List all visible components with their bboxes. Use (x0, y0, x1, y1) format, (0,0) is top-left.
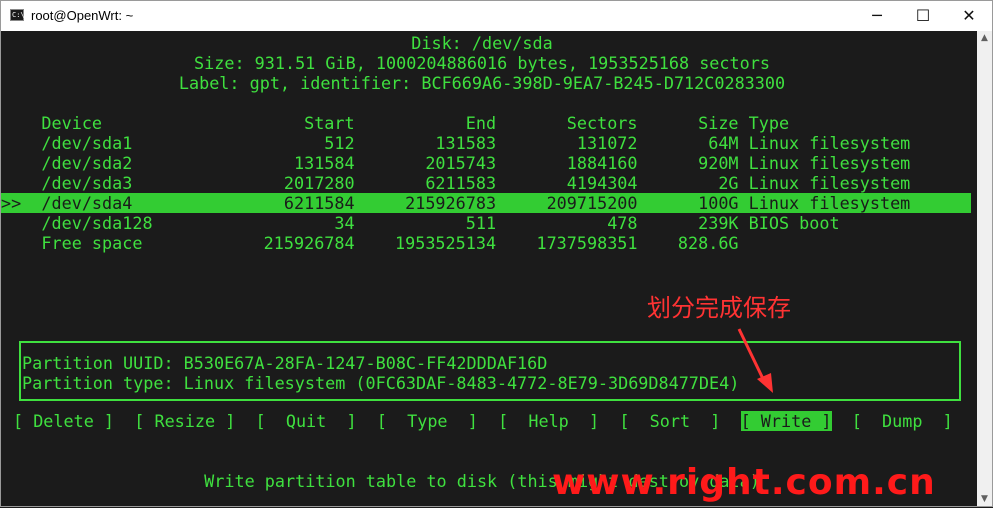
menu-delete[interactable]: [ Delete ] (13, 411, 114, 431)
table-header: Device Start End Sectors Size Type (1, 113, 790, 133)
partition-row-sda3[interactable]: /dev/sda3 2017280 6211583 4194304 2G Lin… (1, 173, 910, 193)
menu-quit[interactable]: [ Quit ] (256, 411, 357, 431)
menu-write[interactable]: [ Write ] (740, 411, 832, 431)
annotation-arrow-icon (737, 328, 773, 393)
menu-sort[interactable]: [ Sort ] (619, 411, 720, 431)
close-button[interactable]: ✕ (946, 1, 992, 31)
menu-type[interactable]: [ Type ] (377, 411, 478, 431)
scroll-down-icon[interactable]: ▼ (977, 494, 992, 504)
watermark: www.right.com.cn (552, 462, 936, 503)
partition-uuid: Partition UUID: B530E67A-28FA-1247-B08C-… (22, 353, 548, 373)
partition-row-sda128[interactable]: /dev/sda128 34 511 478 239K BIOS boot (1, 213, 839, 233)
title-bar[interactable]: C:\ root@OpenWrt: ~ ─ ☐ ✕ (1, 1, 992, 31)
partition-row-sda2[interactable]: /dev/sda2 131584 2015743 1884160 920M Li… (1, 153, 910, 173)
console-app-icon: C:\ (10, 9, 25, 21)
scroll-up-icon[interactable]: ▲ (977, 33, 992, 43)
vertical-scrollbar[interactable]: ▲ ▼ (977, 31, 992, 506)
menu-resize[interactable]: [ Resize ] (134, 411, 235, 431)
disk-name-line: Disk: /dev/sda (411, 33, 553, 53)
partition-type: Partition type: Linux filesystem (0FC63D… (22, 373, 740, 393)
terminal-content[interactable]: Disk: /dev/sda Size: 931.51 GiB, 1000204… (1, 31, 977, 506)
partition-row-sda4-selected[interactable]: >> /dev/sda4 6211584 215926783 209715200… (1, 193, 971, 213)
maximize-button[interactable]: ☐ (900, 1, 946, 31)
terminal-window: C:\ root@OpenWrt: ~ ─ ☐ ✕ Disk: /dev/sda… (0, 0, 993, 507)
action-menu: [ Delete ] [ Resize ] [ Quit ] [ Type ] … (13, 411, 953, 431)
menu-dump[interactable]: [ Dump ] (852, 411, 953, 431)
minimize-button[interactable]: ─ (854, 1, 900, 31)
partition-info-box: Partition UUID: B530E67A-28FA-1247-B08C-… (19, 341, 961, 401)
annotation-text: 划分完成保存 (647, 294, 791, 322)
free-space-row[interactable]: Free space 215926784 1953525134 17375983… (1, 233, 738, 253)
menu-help[interactable]: [ Help ] (498, 411, 599, 431)
partition-row-sda1[interactable]: /dev/sda1 512 131583 131072 64M Linux fi… (1, 133, 910, 153)
disk-label-line: Label: gpt, identifier: BCF669A6-398D-9E… (178, 73, 786, 93)
window-title: root@OpenWrt: ~ (31, 8, 134, 23)
disk-size-line: Size: 931.51 GiB, 1000204886016 bytes, 1… (194, 53, 770, 73)
